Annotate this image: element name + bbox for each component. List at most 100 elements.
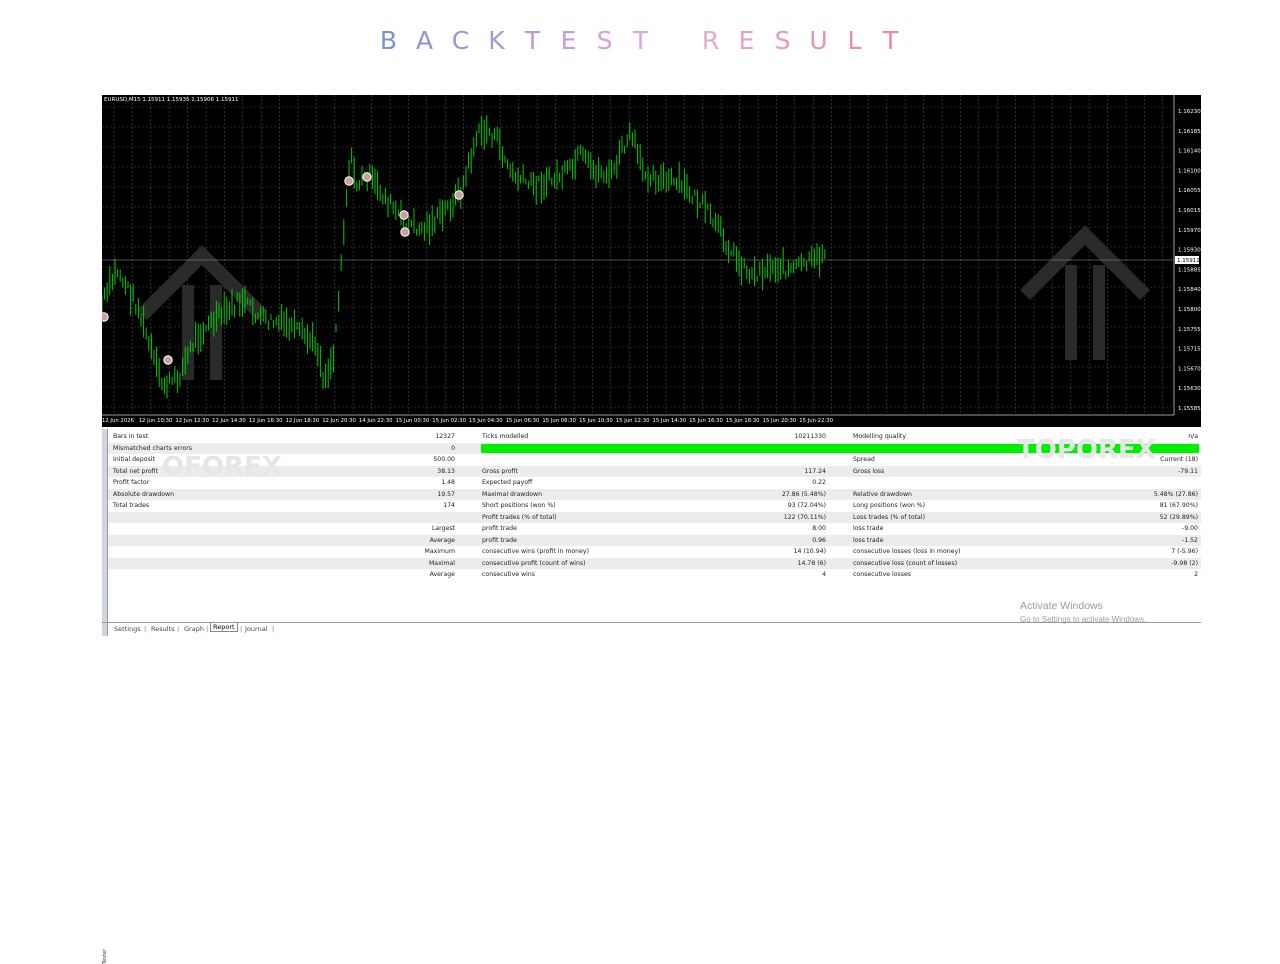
tab-graph[interactable]: Graph bbox=[184, 625, 204, 633]
price-axis-label: 1.15800 bbox=[1178, 307, 1201, 313]
report-cell-c4: 8.00 bbox=[812, 525, 826, 532]
watermark-logo bbox=[1065, 265, 1077, 360]
trade-marker-icon bbox=[102, 312, 109, 322]
price-axis-label: 1.15930 bbox=[1178, 248, 1201, 254]
report-cell-c3: profit trade bbox=[482, 525, 517, 532]
tab-separator: | bbox=[177, 625, 180, 633]
price-axis-label: 1.16185 bbox=[1178, 129, 1201, 135]
title-letter: R bbox=[701, 26, 721, 55]
report-cell-c1: Absolute drawdown bbox=[113, 490, 175, 498]
tab-separator: | bbox=[272, 625, 275, 633]
report-cell-c1: Profit factor bbox=[113, 479, 150, 486]
title-letter: E bbox=[560, 26, 578, 55]
time-axis-label: 15 Jun 20:30 bbox=[763, 418, 797, 424]
tester-tabs: Settings | Results | Graph | Report | Jo… bbox=[102, 622, 1201, 635]
report-row: Maximum consecutive wins (profit in money… bbox=[108, 546, 1201, 558]
time-axis-label: 15 Jun 06:30 bbox=[506, 418, 540, 424]
tester-window: 1.16230 1.16185 1.16140 1.16100 1.16055 1.160… bbox=[102, 95, 1201, 964]
report-cell-c2: Largest bbox=[431, 525, 455, 532]
trade-marker-icon bbox=[454, 190, 464, 200]
report-cell-c4: 122 (70.11%) bbox=[783, 513, 826, 521]
report-cell-c5: consecutive loss (count of losses) bbox=[853, 559, 958, 567]
time-axis-label: 12 Jun 18:30 bbox=[286, 418, 320, 424]
report-cell-c4: 14.78 (6) bbox=[797, 559, 826, 567]
report-cell-c2: 174 bbox=[443, 502, 455, 509]
report-cell-c4: 93 (72.04%) bbox=[787, 502, 826, 509]
tab-separator: | bbox=[206, 625, 209, 633]
report-cell-c5: consecutive losses bbox=[853, 571, 912, 578]
title-letter: E bbox=[738, 26, 756, 55]
time-axis-label: 12 Jun 2026 bbox=[102, 418, 134, 424]
report-cell-c5: loss trade bbox=[853, 525, 884, 532]
report-cell-c3: Short positions (won %) bbox=[482, 502, 556, 509]
tester-side-label: Tester bbox=[102, 949, 108, 964]
report-cell-c3: Ticks modelled bbox=[482, 433, 529, 440]
report-cell-c4: 27.86 (5.48%) bbox=[781, 490, 826, 498]
report-cell-c2: 1.48 bbox=[441, 479, 455, 486]
trade-marker-icon bbox=[344, 176, 354, 186]
title-letter: U bbox=[809, 26, 829, 55]
report-row: Maximal consecutive profit (count of wins… bbox=[108, 557, 1201, 569]
report-cell-c6: 81 (67.90%) bbox=[1159, 502, 1198, 509]
report-cell-c1: Total trades bbox=[113, 502, 150, 509]
title-letter: S bbox=[596, 26, 614, 55]
price-axis-label: 1.15715 bbox=[1178, 347, 1201, 353]
time-axis-label: 12 Jun 16:30 bbox=[249, 418, 283, 424]
report-cell-c2: 19.57 bbox=[437, 490, 455, 498]
price-chart[interactable]: 1.16230 1.16185 1.16140 1.16100 1.16055 1.160… bbox=[102, 95, 1201, 427]
price-axis-label: 1.15670 bbox=[1178, 366, 1201, 372]
tab-journal[interactable]: Journal bbox=[245, 625, 267, 633]
time-axis-label: 12 Jun 14:30 bbox=[212, 418, 246, 424]
report-cell-c3: Profit trades (% of total) bbox=[482, 513, 557, 521]
title-letter: T bbox=[524, 26, 542, 55]
time-axis-label: 15 Jun 02:30 bbox=[432, 418, 466, 424]
time-axis-label: 15 Jun 04:30 bbox=[469, 418, 503, 424]
price-axis-label: 1.15885 bbox=[1178, 267, 1201, 273]
chart-canvas: 1.16230 1.16185 1.16140 1.16100 1.16055 1.160… bbox=[102, 95, 1201, 424]
time-axis-label: 15 Jun 22:30 bbox=[799, 418, 833, 424]
symbol-ohlc-label: EURUSD,M15 1.15911 1.15935 1.15906 1.159… bbox=[104, 97, 239, 103]
report-cell-c3: consecutive profit (count of wins) bbox=[482, 559, 586, 567]
report-cell-c6: Current (18) bbox=[1160, 456, 1198, 463]
watermark-right-text: TOPOREX bbox=[1017, 435, 1156, 465]
report-cell-c3: Expected payoff bbox=[482, 479, 533, 486]
tab-settings[interactable]: Settings bbox=[114, 625, 141, 633]
report-cell-c6: -9.98 (2) bbox=[1171, 559, 1198, 567]
report-cell-c3: consecutive wins (profit in money) bbox=[482, 548, 589, 555]
tab-separator: | bbox=[240, 625, 243, 633]
report-cell-c6: 7 (-5.96) bbox=[1171, 548, 1198, 555]
current-price-label: 1.15911 bbox=[1177, 258, 1200, 264]
report-cell-c2: Average bbox=[429, 536, 455, 544]
trade-marker-icon bbox=[399, 210, 409, 220]
time-axis-label: 15 Jun 16:30 bbox=[689, 418, 723, 424]
report-cell-c1: Mismatched charts errors bbox=[113, 444, 193, 452]
report-cell-c2: Maximum bbox=[424, 548, 456, 555]
report-cell-c5: loss trade bbox=[853, 536, 884, 544]
report-cell-c2: Maximal bbox=[428, 559, 455, 567]
report-cell-c3: consecutive wins bbox=[482, 571, 535, 578]
report-cell-c6: -9.00 bbox=[1181, 525, 1198, 532]
time-axis-label: 15 Jun 14:30 bbox=[653, 418, 687, 424]
title-letter: K bbox=[488, 26, 506, 55]
price-axis-label: 1.16230 bbox=[1178, 109, 1201, 115]
report-cell-c1: Total net profit bbox=[113, 467, 158, 475]
trade-marker-icon bbox=[362, 172, 372, 182]
report-cell-c6: 5.48% (27.86) bbox=[1153, 490, 1198, 498]
report-row: Average consecutive wins 4 consecutive loss… bbox=[108, 569, 1201, 581]
report-cell-c4: 4 bbox=[822, 571, 826, 578]
report-cell-c5: consecutive losses (loss in money) bbox=[853, 548, 961, 555]
trade-marker-icon bbox=[163, 355, 173, 365]
time-axis-label: 12 Jun 12:30 bbox=[175, 418, 209, 424]
report-cell-c5: Spread bbox=[853, 456, 875, 463]
report-row: Profit trades (% of total) 122 (70.11%) Lo… bbox=[108, 511, 1201, 523]
price-axis-label: 1.16055 bbox=[1178, 188, 1201, 194]
price-axis-label: 1.15970 bbox=[1178, 228, 1201, 234]
report-cell-c4: 14 (10.94) bbox=[793, 548, 826, 555]
tab-report[interactable]: Report bbox=[210, 623, 238, 632]
price-axis-label: 1.15840 bbox=[1178, 287, 1201, 293]
tab-results[interactable]: Results bbox=[151, 625, 174, 633]
report-cell-c1: Bars in test bbox=[113, 433, 149, 440]
report-cell-c4: 10211330 bbox=[794, 433, 827, 440]
report-cell-c6: -79.11 bbox=[1178, 467, 1198, 475]
report-cell-c3: Gross profit bbox=[482, 467, 518, 475]
